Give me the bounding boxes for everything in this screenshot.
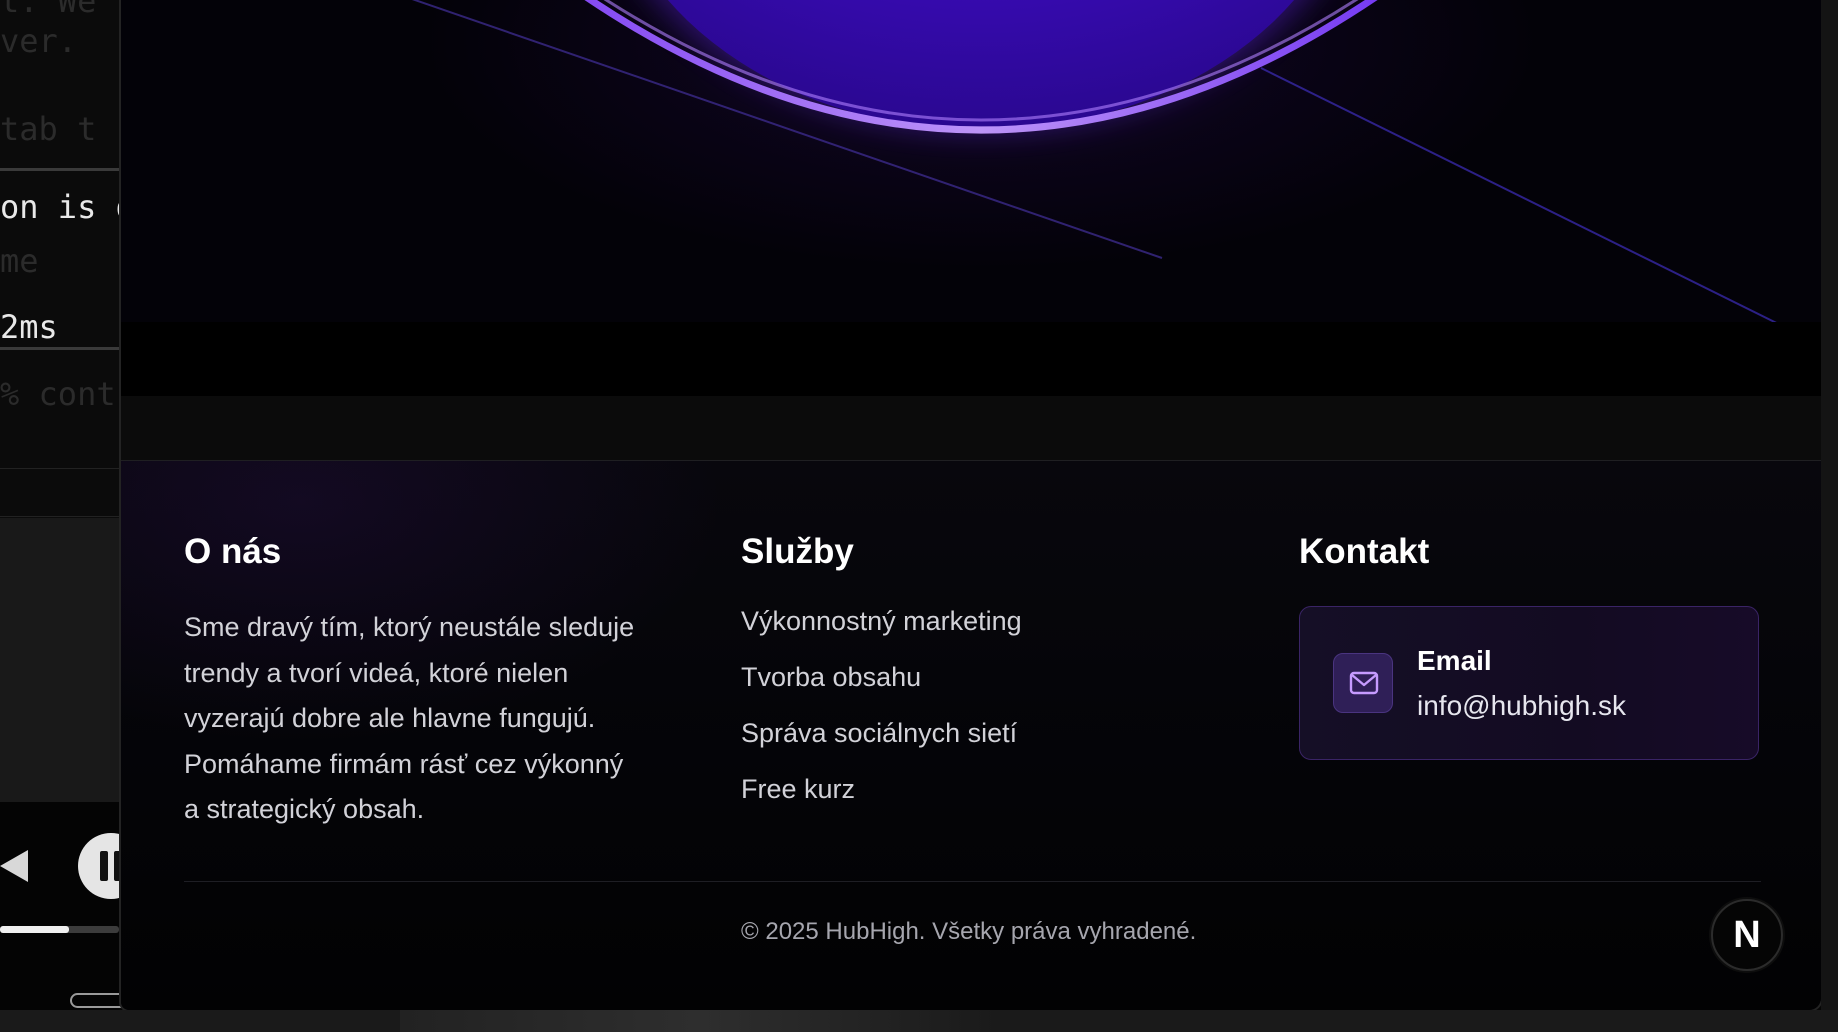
email-label: Email <box>1417 645 1492 676</box>
email-address-link[interactable]: info@hubhigh.sk <box>1417 690 1626 722</box>
site-footer: O nás Sme dravý tím, ktorý neustále sled… <box>121 461 1821 1010</box>
background-window: t. We ver. tab t on is de me 2ms % cont <box>0 0 119 1032</box>
copyright-text: © 2025 HubHigh. Všetky práva vyhradené. <box>741 918 1197 945</box>
services-link-social-media[interactable]: Správa sociálnych sietí <box>741 717 1022 773</box>
nextjs-dev-badge[interactable]: N <box>1711 899 1783 971</box>
desktop-bottom-strip <box>0 1010 1838 1032</box>
divider <box>0 468 119 469</box>
divider <box>0 347 119 350</box>
code-line: on is de <box>0 188 119 226</box>
previous-track-icon[interactable] <box>0 848 34 884</box>
services-link-free-course[interactable]: Free kurz <box>741 773 1022 829</box>
code-line: % cont <box>0 375 116 413</box>
services-list: Výkonnostný marketing Tvorba obsahu Sprá… <box>741 605 1022 829</box>
browser-window: O nás Sme dravý tím, ktorý neustále sled… <box>119 0 1823 1012</box>
footer-divider <box>184 881 1761 882</box>
window-edge <box>1821 0 1838 1032</box>
about-title: O nás <box>184 532 282 571</box>
media-area <box>0 518 119 802</box>
code-line: ver. <box>0 22 78 60</box>
code-line: 2ms <box>0 308 58 346</box>
mail-icon <box>1333 653 1393 713</box>
services-link-content-creation[interactable]: Tvorba obsahu <box>741 661 1022 717</box>
email-contact-card[interactable]: Email info@hubhigh.sk <box>1299 606 1759 760</box>
divider <box>0 516 119 517</box>
contact-title: Kontakt <box>1299 532 1430 571</box>
code-line: me <box>0 242 39 280</box>
hero-graphic <box>121 0 1821 322</box>
services-title: Služby <box>741 532 854 571</box>
about-text: Sme dravý tím, ktorý neustále sleduje tr… <box>184 612 635 824</box>
glowing-orb-graphic <box>411 0 1777 322</box>
services-link-performance-marketing[interactable]: Výkonnostný marketing <box>741 605 1022 661</box>
code-line: tab t <box>0 110 97 148</box>
section-band <box>121 396 1821 461</box>
divider <box>0 168 119 171</box>
playback-progress-bar[interactable] <box>0 926 119 933</box>
playback-progress-fill <box>0 926 70 933</box>
section-band <box>121 322 1821 396</box>
code-line: t. We <box>0 0 97 20</box>
